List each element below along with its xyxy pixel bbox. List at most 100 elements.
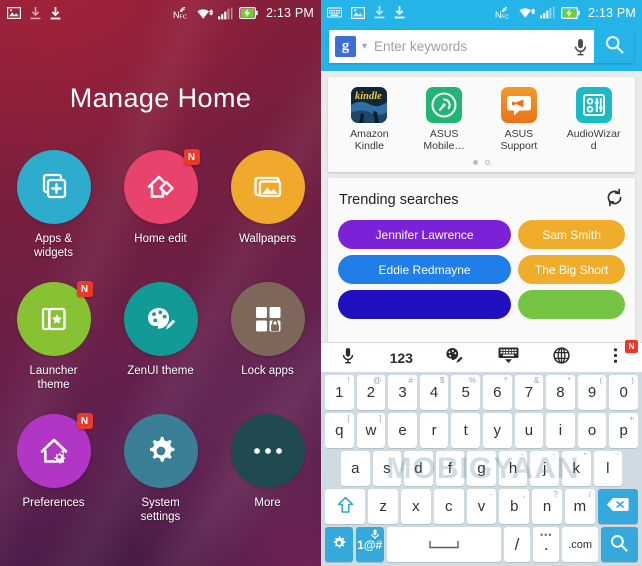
- tile-system-settings[interactable]: System settings: [107, 414, 214, 524]
- key-label: c: [444, 498, 453, 515]
- app-shortcut-audiowizard[interactable]: AudioWizar d: [556, 87, 631, 152]
- key-1[interactable]: ! 1: [325, 375, 354, 410]
- tile-lock-apps[interactable]: Lock apps: [214, 282, 321, 392]
- key-p[interactable]: + p: [609, 413, 638, 448]
- microphone-icon[interactable]: [566, 38, 594, 56]
- trending-chip[interactable]: [518, 290, 625, 319]
- key-g[interactable]: g: [467, 451, 496, 486]
- keyboard-search-key[interactable]: [600, 527, 638, 562]
- key-label: /: [514, 534, 520, 554]
- tile-label: Wallpapers: [238, 233, 297, 245]
- key-alt-label: -: [489, 490, 493, 499]
- keyboard-overflow-button[interactable]: N: [589, 339, 642, 369]
- key-n[interactable]: ? n: [532, 489, 562, 524]
- keyboard-settings-key[interactable]: [325, 527, 353, 562]
- backspace-key[interactable]: [597, 489, 639, 524]
- tile-icon-wrap: [230, 282, 305, 356]
- key-9[interactable]: (9: [577, 375, 607, 410]
- key-i[interactable]: i: [546, 413, 575, 448]
- key-label: w: [365, 422, 377, 439]
- search-bar[interactable]: g ▾: [329, 30, 634, 63]
- key-w[interactable]: ] w: [356, 413, 386, 448]
- key-a[interactable]: a: [341, 451, 370, 486]
- tile-apps-and-widgets[interactable]: Apps & widgets: [0, 150, 107, 260]
- key-s[interactable]: s: [372, 451, 402, 486]
- app-shortcut-asus-support[interactable]: ASUS Support: [482, 87, 557, 152]
- key-3[interactable]: #3: [388, 375, 417, 410]
- key-6[interactable]: ^ 6: [482, 375, 512, 410]
- shift-key[interactable]: [325, 489, 366, 524]
- key-b[interactable]: ,b: [499, 489, 530, 524]
- key-e[interactable]: e: [388, 413, 417, 448]
- key-slash[interactable]: /: [503, 527, 531, 562]
- key-x[interactable]: x: [401, 489, 431, 524]
- new-badge: N: [183, 149, 200, 165]
- keyboard-numbers-button[interactable]: 123: [375, 350, 429, 366]
- key-c[interactable]: c: [433, 489, 464, 524]
- key-4[interactable]: $4: [419, 375, 449, 410]
- key-label: 5: [461, 384, 470, 401]
- key-2[interactable]: @2: [356, 375, 386, 410]
- tile-label: Lock apps: [241, 365, 294, 377]
- app-shortcut-asus-mobile-manager[interactable]: ASUS Mobile…: [407, 87, 482, 152]
- keyboard-voice-input-button[interactable]: [321, 347, 375, 369]
- key-z[interactable]: z: [368, 489, 399, 524]
- space-key[interactable]: [386, 527, 501, 562]
- key-label: s: [383, 460, 391, 477]
- tile-home-edit[interactable]: N Home edit: [107, 149, 214, 260]
- trending-chip[interactable]: Sam Smith: [518, 220, 625, 249]
- key-v[interactable]: -v: [466, 489, 497, 524]
- key-alt-label: [: [347, 414, 350, 423]
- tile-launcher-theme[interactable]: N Launcher theme: [0, 281, 107, 392]
- keyboard-hide-button[interactable]: [482, 347, 536, 369]
- key-5[interactable]: % 5: [451, 375, 480, 410]
- key-q[interactable]: [q: [325, 413, 354, 448]
- keyboard-theme-button[interactable]: [428, 347, 482, 369]
- search-input[interactable]: [374, 39, 566, 54]
- key-8[interactable]: * 8: [546, 375, 575, 410]
- search-submit-button[interactable]: [594, 30, 634, 63]
- pagination-dot[interactable]: [485, 160, 490, 165]
- key-label: r: [431, 422, 437, 439]
- app-shortcut-amazon-kindle[interactable]: kindle Amazon Kindle: [332, 87, 407, 152]
- keyboard-language-button[interactable]: [535, 346, 589, 369]
- tile-zenui-theme[interactable]: ZenUI theme: [107, 282, 214, 392]
- key-r[interactable]: r: [419, 413, 449, 448]
- app-label-line1: ASUS: [504, 128, 534, 140]
- key-0[interactable]: ) 0: [609, 375, 638, 410]
- tile-more[interactable]: More: [214, 414, 321, 524]
- key-l[interactable]: ' l: [593, 451, 623, 486]
- tile-preferences[interactable]: N Preferences: [0, 413, 107, 524]
- tile-label: System settings: [141, 496, 181, 524]
- key-f[interactable]: f: [435, 451, 465, 486]
- key-t[interactable]: t: [451, 413, 480, 448]
- globe-language-icon: [553, 346, 570, 369]
- chevron-down-icon[interactable]: ▾: [362, 41, 367, 52]
- key-j[interactable]: ; j: [530, 451, 559, 486]
- trending-chip[interactable]: Eddie Redmayne: [338, 255, 512, 284]
- key-period[interactable]: •••.: [533, 527, 560, 562]
- key-y[interactable]: y: [482, 413, 512, 448]
- key-o[interactable]: o: [577, 413, 607, 448]
- key-dotcom[interactable]: .com: [562, 527, 598, 562]
- symbols-key[interactable]: 1@#: [355, 527, 384, 562]
- trending-chip[interactable]: Jennifer Lawrence: [338, 220, 512, 249]
- tile-wallpapers[interactable]: Wallpapers: [214, 150, 321, 260]
- key-m[interactable]: / m: [565, 489, 595, 524]
- key-d[interactable]: d: [404, 451, 433, 486]
- right-status-bar: N FC 2:13 PM: [321, 0, 642, 25]
- key-h[interactable]: :h: [498, 451, 528, 486]
- key-u[interactable]: u: [514, 413, 544, 448]
- app-shortcuts-row: kindle Amazon Kindle ASUS Mobile… ASUS S…: [328, 77, 635, 154]
- refresh-button[interactable]: [605, 188, 624, 212]
- key-label: .com: [568, 538, 593, 551]
- trending-chip[interactable]: [338, 290, 512, 319]
- key-7[interactable]: & 7: [514, 375, 544, 410]
- svg-text:kindle: kindle: [355, 91, 382, 102]
- trending-chip[interactable]: The Big Short: [518, 255, 625, 284]
- key-k[interactable]: " k: [561, 451, 591, 486]
- right-status-bar-clock: 2:13 PM: [588, 5, 636, 20]
- search-engine-icon[interactable]: g: [335, 36, 356, 57]
- tile-icon-wrap: [230, 414, 305, 488]
- pagination-dot-active[interactable]: [473, 160, 478, 165]
